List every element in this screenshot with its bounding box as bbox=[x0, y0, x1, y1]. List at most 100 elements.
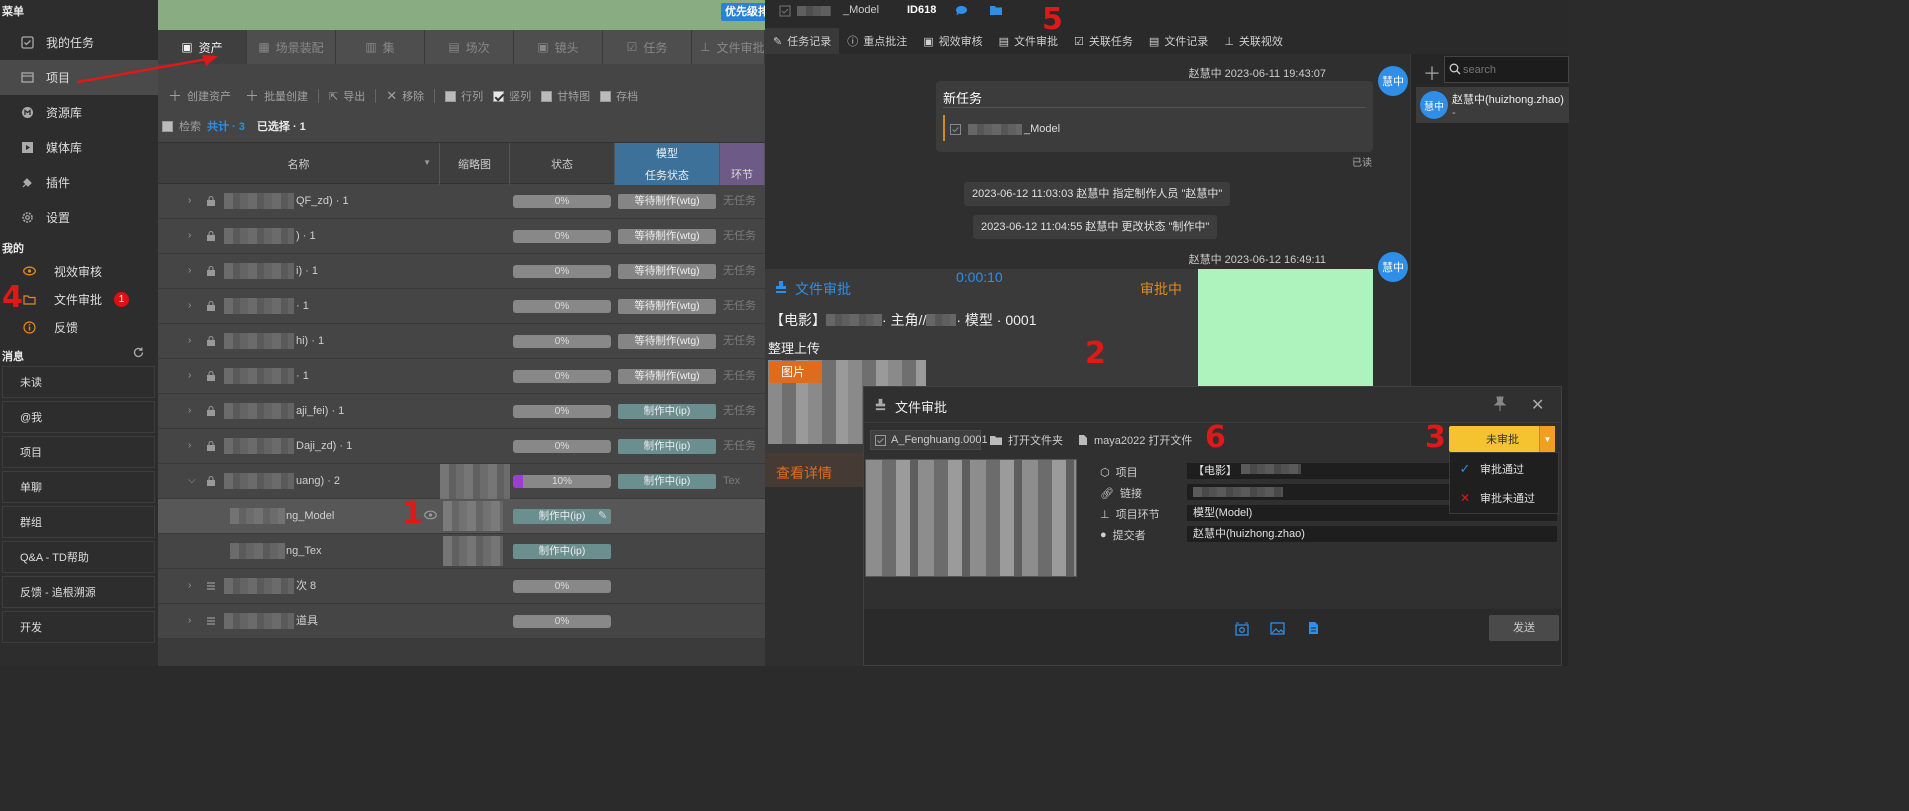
sidebar-item-media[interactable]: 媒体库 bbox=[0, 130, 158, 165]
tab-scene-assembly[interactable]: ▦ 场景装配 bbox=[247, 30, 336, 64]
status-badge[interactable]: 等待制作(wtg) bbox=[618, 299, 716, 314]
table-row[interactable]: › 次 8 0% bbox=[158, 569, 765, 604]
sidebar-item-plugin[interactable]: 插件 bbox=[0, 165, 158, 200]
document-icon[interactable] bbox=[1308, 621, 1319, 635]
close-icon[interactable]: ✕ bbox=[1531, 395, 1544, 415]
chevron-right-icon[interactable]: › bbox=[188, 335, 191, 346]
screenshot-icon[interactable] bbox=[1235, 622, 1249, 636]
table-row[interactable]: › Daji_zd) · 1 0% 制作中(ip) 无任务 bbox=[158, 429, 765, 464]
tab-task-log[interactable]: ✎ 任务记录 bbox=[765, 28, 840, 54]
search-input[interactable] bbox=[1463, 61, 1563, 79]
pencil-icon[interactable]: ✎ bbox=[598, 509, 607, 522]
menu-item-reject[interactable]: ✕ 审批未通过 bbox=[1450, 484, 1558, 512]
thumbnail[interactable] bbox=[440, 464, 510, 499]
table-row[interactable]: › QF_zd) · 1 0% 等待制作(wtg) 无任务 bbox=[158, 184, 765, 219]
sidebar-item-settings[interactable]: 设置 bbox=[0, 200, 158, 235]
thumbnail[interactable] bbox=[443, 536, 503, 566]
status-badge[interactable]: 制作中(ip) bbox=[618, 439, 716, 454]
tab-related-tasks[interactable]: ☑ 关联任务 bbox=[1066, 28, 1141, 54]
batch-create-button[interactable]: ＋ 批量创建 bbox=[245, 86, 308, 106]
approval-status-dropdown[interactable]: 未审批 ▼ bbox=[1449, 426, 1555, 452]
msg-direct-button[interactable]: 单聊 bbox=[2, 471, 155, 503]
chevron-right-icon[interactable]: › bbox=[188, 615, 191, 626]
table-row[interactable]: ⌵ uang) · 2 10% 制作中(ip) Tex bbox=[158, 464, 765, 499]
status-badge[interactable]: 制作中(ip) bbox=[618, 474, 716, 489]
sidebar-item-vfx-review[interactable]: 视效审核 bbox=[0, 257, 158, 285]
export-button[interactable]: ⇱ 导出 bbox=[329, 88, 365, 104]
rows-checkbox[interactable]: 行列 bbox=[445, 88, 483, 104]
table-row[interactable]: ›) · 1 0% 等待制作(wtg) 无任务 bbox=[158, 219, 765, 254]
msg-unread-button[interactable]: 未读 bbox=[2, 366, 155, 398]
refresh-icon[interactable] bbox=[132, 346, 145, 359]
status-badge[interactable]: 制作中(ip) bbox=[618, 404, 716, 419]
file-checkbox[interactable]: A_Fenghuang.0001 bbox=[870, 430, 988, 450]
status-badge[interactable]: 等待制作(wtg) bbox=[618, 369, 716, 384]
search-checkbox[interactable] bbox=[162, 120, 173, 132]
folder-icon[interactable] bbox=[989, 4, 1003, 16]
thumbnail[interactable] bbox=[443, 501, 503, 531]
msg-project-button[interactable]: 项目 bbox=[2, 436, 155, 468]
open-folder-button[interactable]: 打开文件夹 bbox=[989, 432, 1063, 448]
chevron-right-icon[interactable]: › bbox=[188, 370, 191, 381]
chevron-down-icon[interactable]: ▼ bbox=[1539, 426, 1555, 452]
status-badge[interactable]: 等待制作(wtg) bbox=[618, 229, 716, 244]
table-row[interactable]: › hi) · 1 0% 等待制作(wtg) 无任务 bbox=[158, 324, 765, 359]
status-badge[interactable]: 等待制作(wtg) bbox=[618, 264, 716, 279]
chevron-right-icon[interactable]: › bbox=[188, 580, 191, 591]
table-row[interactable]: › · 1 0% 等待制作(wtg) 无任务 bbox=[158, 359, 765, 394]
sidebar-item-feedback[interactable]: 反馈 bbox=[0, 313, 158, 341]
eye-icon[interactable] bbox=[424, 510, 437, 520]
sidebar-item-file-approval[interactable]: 文件审批 1 bbox=[0, 285, 158, 313]
columns-checkbox[interactable]: 竖列 bbox=[493, 88, 531, 104]
table-row[interactable]: › aji_fei) · 1 0% 制作中(ip) 无任务 bbox=[158, 394, 765, 429]
new-task-card[interactable]: 新任务 _Model bbox=[936, 81, 1373, 152]
tab-key-notes[interactable]: ⓘ 重点批注 bbox=[839, 28, 915, 54]
msg-mention-button[interactable]: @我 bbox=[2, 401, 155, 433]
table-row[interactable]: › 道具 0% bbox=[158, 604, 765, 639]
search-box[interactable] bbox=[1444, 56, 1569, 83]
menu-item-approve[interactable]: ✓ 审批通过 bbox=[1450, 455, 1558, 483]
sidebar-item-library[interactable]: 资源库 bbox=[0, 95, 158, 130]
tab-tasks[interactable]: ☑ 任务 bbox=[603, 30, 692, 64]
file-preview[interactable] bbox=[865, 459, 1077, 577]
tab-vfx-review[interactable]: ▣ 视效审核 bbox=[915, 28, 990, 54]
tab-file-log[interactable]: ▤ 文件记录 bbox=[1141, 28, 1216, 54]
tab-file-approval[interactable]: ⊥ 文件审批 bbox=[692, 30, 765, 64]
table-row[interactable]: ng_Model 制作中(ip) ✎ bbox=[158, 499, 765, 534]
tab-shots[interactable]: ▣ 镜头 bbox=[514, 30, 603, 64]
chevron-down-icon[interactable]: ⌵ bbox=[188, 475, 196, 486]
msg-group-button[interactable]: 群组 bbox=[2, 506, 155, 538]
msg-dev-button[interactable]: 开发 bbox=[2, 611, 155, 643]
send-button[interactable]: 发送 bbox=[1489, 615, 1559, 641]
status-badge[interactable]: 制作中(ip) bbox=[513, 544, 611, 559]
chat-icon[interactable] bbox=[955, 5, 968, 17]
chevron-right-icon[interactable]: › bbox=[188, 195, 191, 206]
status-badge[interactable]: 等待制作(wtg) bbox=[618, 194, 716, 209]
status-badge[interactable]: 制作中(ip) bbox=[513, 509, 611, 524]
table-row[interactable]: › i) · 1 0% 等待制作(wtg) 无任务 bbox=[158, 254, 765, 289]
remove-button[interactable]: ✕ 移除 bbox=[386, 88, 424, 104]
chevron-right-icon[interactable]: › bbox=[188, 230, 191, 241]
status-badge[interactable]: 等待制作(wtg) bbox=[618, 334, 716, 349]
add-icon[interactable]: ＋ bbox=[1423, 60, 1441, 86]
table-row[interactable]: ng_Tex 制作中(ip) bbox=[158, 534, 765, 569]
chevron-right-icon[interactable]: › bbox=[188, 405, 191, 416]
tab-related-vfx[interactable]: ⊥ 关联视效 bbox=[1216, 28, 1291, 54]
image-icon[interactable] bbox=[1270, 622, 1285, 635]
priority-button[interactable]: 优先级排 bbox=[721, 3, 765, 21]
view-details-link[interactable]: 查看详情 bbox=[776, 463, 832, 483]
table-row[interactable]: › · 1 0% 等待制作(wtg) 无任务 bbox=[158, 289, 765, 324]
contact-item[interactable]: 慧中 赵慧中(huizhong.zhao) - bbox=[1416, 87, 1569, 123]
tab-scenes[interactable]: ▤ 场次 bbox=[425, 30, 514, 64]
gantt-checkbox[interactable]: 甘特图 bbox=[541, 88, 590, 104]
msg-qa-button[interactable]: Q&A - TD帮助 bbox=[2, 541, 155, 573]
archive-checkbox[interactable]: 存档 bbox=[600, 88, 638, 104]
open-file-button[interactable]: maya2022 打开文件 bbox=[1078, 432, 1192, 448]
chevron-right-icon[interactable]: › bbox=[188, 265, 191, 276]
chevron-right-icon[interactable]: › bbox=[188, 440, 191, 451]
pin-icon[interactable] bbox=[1493, 396, 1507, 412]
msg-feedback-button[interactable]: 反馈 - 追根溯源 bbox=[2, 576, 155, 608]
tab-episodes[interactable]: ▥ 集 bbox=[336, 30, 425, 64]
column-name[interactable]: 名称 ▼ bbox=[158, 143, 440, 185]
chevron-right-icon[interactable]: › bbox=[188, 300, 191, 311]
